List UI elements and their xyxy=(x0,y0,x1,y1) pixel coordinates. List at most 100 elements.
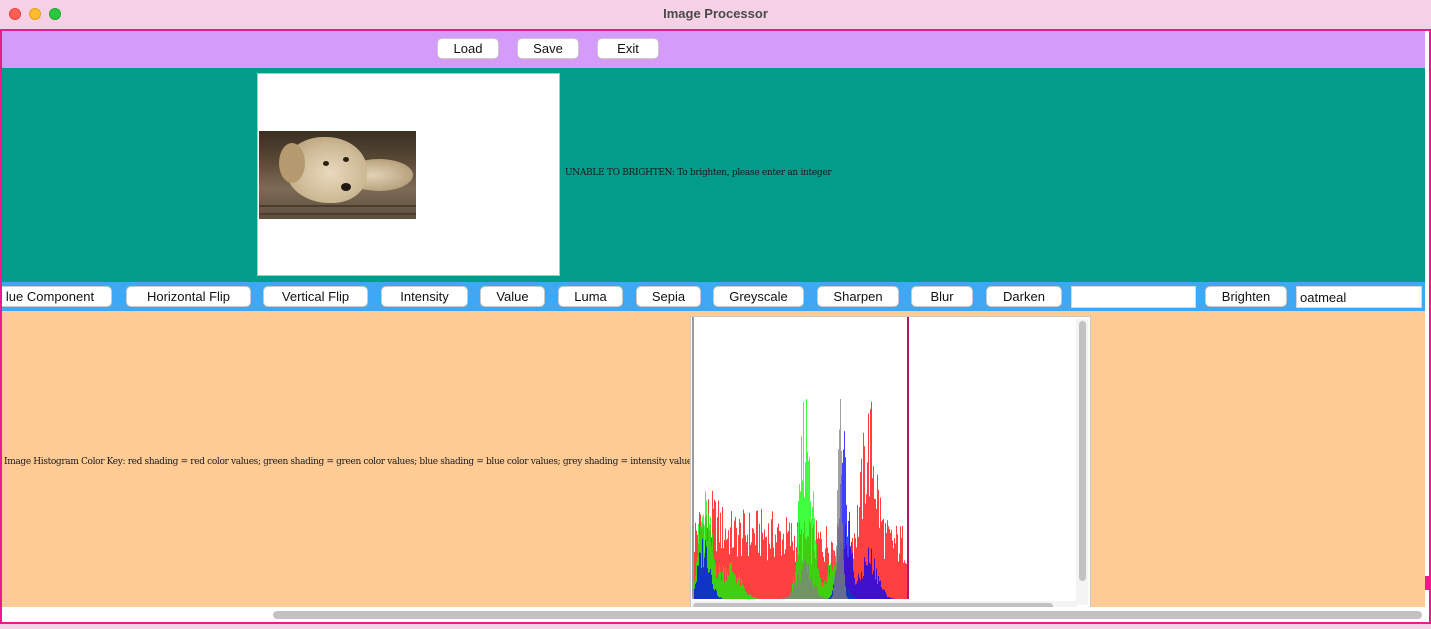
histogram-bar xyxy=(887,520,888,599)
histogram-bar xyxy=(723,566,724,599)
histogram-bar xyxy=(740,586,741,599)
histogram-vertical-scroll-thumb[interactable] xyxy=(1079,321,1086,581)
greyscale-button[interactable]: Greyscale xyxy=(713,286,804,307)
histogram-bar xyxy=(713,588,714,599)
histogram-bar xyxy=(847,597,848,599)
histogram-bar xyxy=(877,474,878,599)
title-bar[interactable]: Image Processor xyxy=(0,0,1431,28)
save-button[interactable]: Save xyxy=(517,38,579,59)
histogram-bar xyxy=(788,530,789,599)
blur-button[interactable]: Blur xyxy=(911,286,973,307)
histogram-bar xyxy=(830,596,831,599)
histogram-bar xyxy=(806,563,807,599)
sharpen-button[interactable]: Sharpen xyxy=(817,286,899,307)
histogram-bar xyxy=(801,569,802,599)
histogram-bar xyxy=(846,596,847,599)
histogram-bar xyxy=(825,584,826,599)
histogram-bar xyxy=(883,589,884,599)
histogram-bar xyxy=(895,543,896,599)
histogram-bar xyxy=(808,564,809,599)
histogram-bar xyxy=(839,429,840,599)
histogram-bar xyxy=(830,563,831,599)
histogram-bar xyxy=(828,598,829,599)
histogram-bar xyxy=(753,596,754,599)
image-panel: UNABLE TO BRIGHTEN: To brighten, please … xyxy=(2,68,1425,282)
histogram-bar xyxy=(802,568,803,599)
histogram-bar xyxy=(883,518,884,599)
histogram-bar xyxy=(890,532,891,599)
histogram-bar xyxy=(791,523,792,599)
histogram-bar xyxy=(700,552,701,599)
histogram-bar xyxy=(736,583,737,599)
histogram-bar xyxy=(712,584,713,599)
exit-button[interactable]: Exit xyxy=(597,38,659,59)
histogram-bar xyxy=(881,587,882,599)
histogram-bar xyxy=(826,598,827,599)
histogram-bar xyxy=(831,597,832,599)
histogram-bar xyxy=(820,595,821,599)
histogram-scroll-pane[interactable] xyxy=(690,316,1091,612)
histogram-bar xyxy=(731,562,732,599)
brighten-amount-field[interactable] xyxy=(1296,286,1422,308)
file-toolbar: Load Save Exit xyxy=(2,31,1425,68)
histogram-bar xyxy=(718,573,719,599)
blue-component-button[interactable]: lue Component xyxy=(2,286,112,307)
histogram-bar xyxy=(784,553,785,599)
histogram-bar xyxy=(758,598,759,599)
window-horizontal-scroll-thumb[interactable] xyxy=(273,611,1422,619)
histogram-bar xyxy=(842,523,843,599)
histogram-bar xyxy=(697,565,698,599)
histogram-bar xyxy=(734,574,735,599)
vertical-flip-button[interactable]: Vertical Flip xyxy=(263,286,368,307)
histogram-bar xyxy=(874,558,875,599)
luma-button[interactable]: Luma xyxy=(558,286,623,307)
histogram-bar xyxy=(843,560,844,599)
brighten-button[interactable]: Brighten xyxy=(1205,286,1287,307)
histogram-bar xyxy=(779,530,780,599)
histogram-bar xyxy=(902,525,903,599)
histogram-bar xyxy=(784,597,785,599)
histogram-bar xyxy=(728,576,729,599)
histogram-bar xyxy=(765,537,766,599)
histogram-bar xyxy=(887,596,888,599)
histogram-vertical-scrollbar[interactable] xyxy=(1076,319,1088,605)
histogram-bar xyxy=(711,574,712,599)
value-button[interactable]: Value xyxy=(480,286,545,307)
histogram-bar xyxy=(823,583,824,599)
histogram-bar xyxy=(774,556,775,599)
histogram-bar xyxy=(767,560,768,599)
histogram-bar xyxy=(804,559,805,599)
histogram-bar xyxy=(748,556,749,599)
histogram-bar xyxy=(732,571,733,599)
intensity-button[interactable]: Intensity xyxy=(381,286,468,307)
histogram-bar xyxy=(781,555,782,599)
sepia-button[interactable]: Sepia xyxy=(636,286,701,307)
histogram-bar xyxy=(721,598,722,599)
histogram-bar xyxy=(847,536,848,599)
darken-button[interactable]: Darken xyxy=(986,286,1062,307)
histogram-bar xyxy=(720,571,721,599)
histogram-bar xyxy=(873,570,874,599)
darken-amount-field[interactable] xyxy=(1071,286,1196,308)
histogram-bar xyxy=(756,511,757,599)
histogram-bar xyxy=(715,588,716,599)
load-button[interactable]: Load xyxy=(437,38,499,59)
histogram-bar xyxy=(893,548,894,599)
histogram-bar xyxy=(891,597,892,599)
histogram-bar xyxy=(859,577,860,599)
histogram-bar xyxy=(701,568,702,599)
histogram-bar xyxy=(786,517,787,599)
histogram-bar xyxy=(727,571,728,599)
histogram-bar xyxy=(814,586,815,599)
window-horizontal-scrollbar[interactable] xyxy=(2,607,1425,622)
histogram-bar xyxy=(811,577,812,599)
histogram-bar xyxy=(707,567,708,599)
histogram-bar xyxy=(757,510,758,599)
histogram-bar xyxy=(800,581,801,599)
histogram-bar xyxy=(827,598,828,599)
histogram-bar xyxy=(786,596,787,599)
histogram-bar xyxy=(892,540,893,599)
histogram-bar xyxy=(818,568,819,599)
horizontal-flip-button[interactable]: Horizontal Flip xyxy=(126,286,251,307)
window-title: Image Processor xyxy=(663,6,768,21)
